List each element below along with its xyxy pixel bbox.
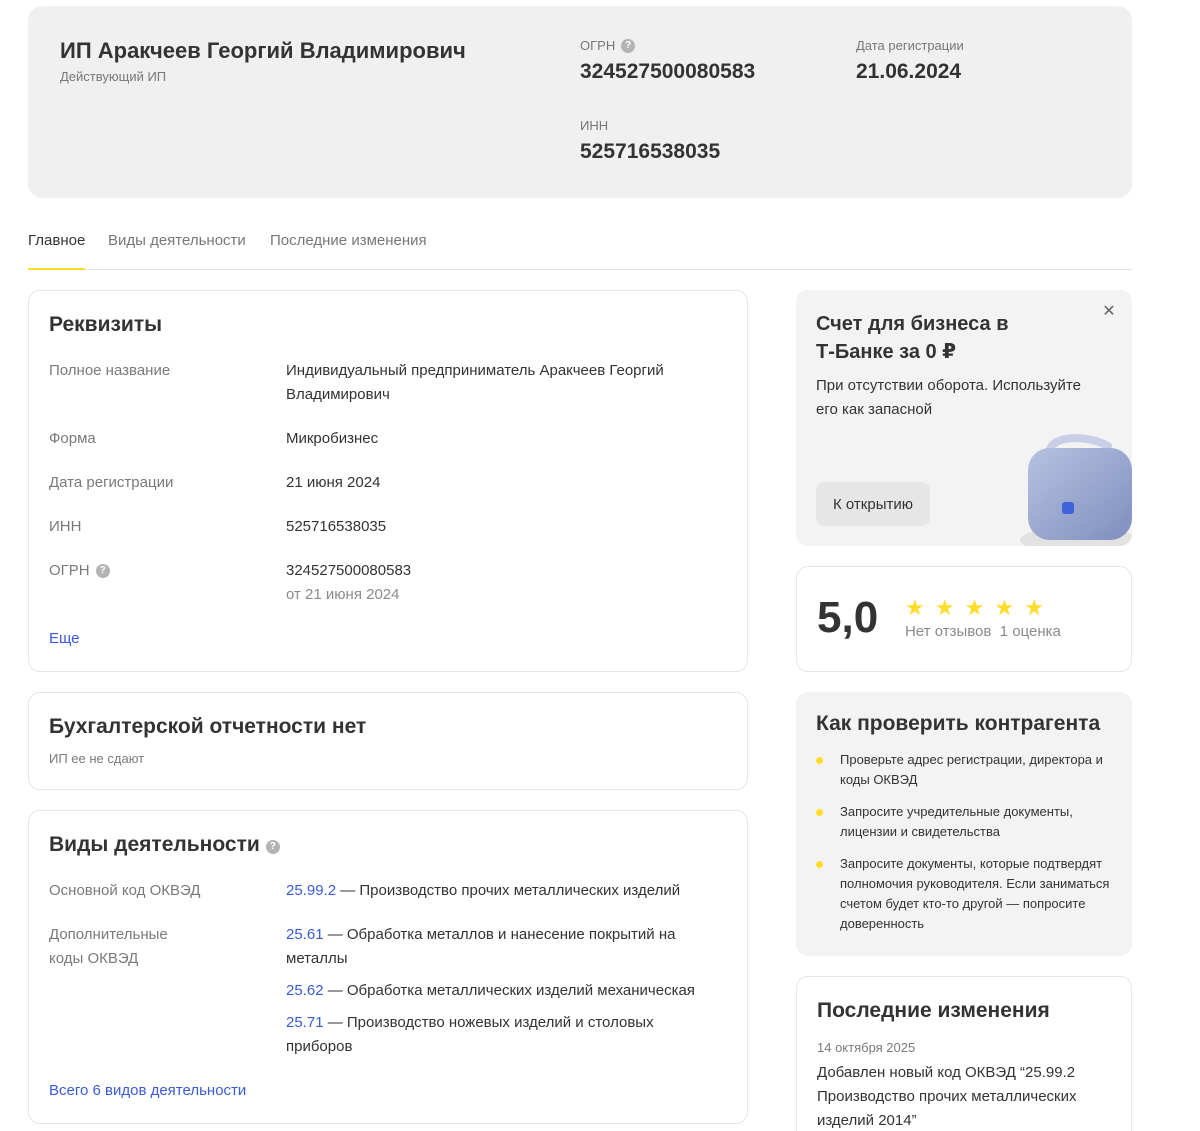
okved-code-link[interactable]: 25.99.2 (286, 882, 336, 899)
company-name: ИП Аракчеев Георгий Владимирович (60, 38, 466, 63)
ogrn-label: ОГРН (580, 38, 616, 53)
all-activities-link[interactable]: Всего 6 видов деятельности (49, 1079, 246, 1103)
tab-activities[interactable]: Виды деятельности (108, 232, 246, 269)
extra-okved-label: Дополнительные коды ОКВЭД (49, 926, 168, 967)
reg-date-value: 21.06.2024 (856, 60, 962, 83)
ogrn-value: 324527500080583 (580, 60, 756, 83)
row-label: Дата регистрации (49, 474, 174, 491)
promo-banner: Счет для бизнеса в Т‑Банке за 0 ₽ При от… (796, 290, 1132, 546)
promo-title: Счет для бизнеса в Т‑Банке за 0 ₽ (816, 313, 1009, 363)
okved-desc: — Производство прочих металлических изде… (336, 882, 681, 899)
main-okved-label: Основной код ОКВЭД (49, 882, 201, 899)
row-label: Полное название (49, 362, 171, 379)
activities-title: Виды деятельности (49, 833, 260, 856)
okved-code-link[interactable]: 25.71 (286, 1014, 324, 1031)
ogrn-row-label: ОГРН ? (49, 559, 110, 583)
requisites-card: Реквизиты Полное название Индивидуальный… (28, 290, 748, 672)
row-value: Микробизнес (286, 430, 379, 447)
rating-summary: Нет отзывов 1 оценка (905, 623, 1061, 640)
tab-bar: Главное Виды деятельности Последние изме… (28, 222, 1132, 270)
activities-heading: Виды деятельности ? (49, 833, 280, 857)
change-date: 14 октября 2025 (817, 1040, 916, 1055)
okved-item: 25.61 — Обработка металлов и нанесение п… (286, 923, 706, 971)
accounting-card: Бухгалтерской отчетности нет ИП ее не сд… (28, 692, 748, 790)
promo-description: При отсутствии оборота. Используйте его … (816, 377, 1081, 418)
check-list-item: Проверьте адрес регистрации, директора и… (816, 750, 1116, 790)
ogrn-label-group: ОГРН ? (580, 38, 636, 53)
row-value: 324527500080583 (286, 562, 412, 579)
recent-changes-card: Последние изменения 14 октября 2025 Доба… (796, 976, 1132, 1131)
reviews-count[interactable]: Нет отзывов (905, 623, 991, 640)
accounting-title: Бухгалтерской отчетности нет (49, 715, 367, 738)
rating-score: 5,0 (817, 593, 879, 642)
row-value: 525716538035 (286, 518, 387, 535)
inn-label: ИНН (580, 118, 609, 133)
change-text: Добавлен новый код ОКВЭД “25.99.2 Произв… (817, 1064, 1077, 1129)
close-icon[interactable]: ✕ (1100, 302, 1118, 320)
accounting-subtitle: ИП ее не сдают (49, 751, 145, 766)
help-icon[interactable]: ? (621, 38, 636, 53)
open-account-button[interactable]: К открытию (816, 482, 930, 526)
row-label: ИНН (49, 518, 82, 535)
company-status: Действующий ИП (60, 69, 167, 84)
row-value: 21 июня 2024 (286, 474, 381, 491)
okved-item: 25.71 — Производство ножевых изделий и с… (286, 1011, 686, 1059)
more-link[interactable]: Еще (49, 627, 80, 651)
row-sub-value: от 21 июня 2024 (286, 586, 400, 603)
rating-stars-icon: ★ ★ ★ ★ ★ (905, 595, 1047, 620)
tab-main[interactable]: Главное (28, 232, 86, 270)
inn-value: 525716538035 (580, 140, 721, 163)
okved-item: 25.62 — Обработка металлических изделий … (286, 979, 716, 1003)
check-list: Проверьте адрес регистрации, директора и… (816, 750, 1116, 946)
help-icon[interactable]: ? (95, 564, 110, 578)
ratings-count: 1 оценка (999, 623, 1061, 640)
check-title: Как проверить контрагента (816, 712, 1101, 735)
activities-card: Виды деятельности ? Основной код ОКВЭД 2… (28, 810, 748, 1124)
rating-card: 5,0 ★ ★ ★ ★ ★ Нет отзывов 1 оценка (796, 566, 1132, 672)
row-value: Индивидуальный предприниматель Аракчеев … (286, 362, 664, 403)
check-list-item: Запросите учредительные документы, лицен… (816, 802, 1116, 842)
reg-date-label: Дата регистрации (856, 38, 964, 53)
tab-changes[interactable]: Последние изменения (270, 232, 427, 269)
changes-title: Последние изменения (817, 999, 1050, 1022)
company-header: ИП Аракчеев Георгий Владимирович Действу… (28, 6, 1132, 198)
help-icon[interactable]: ? (265, 840, 280, 854)
okved-desc: — Обработка металлических изделий механи… (323, 982, 695, 999)
check-list-item: Запросите документы, которые подтвердят … (816, 854, 1116, 934)
bullet-dot-icon (816, 861, 823, 868)
okved-item: 25.99.2 — Производство прочих металличес… (286, 879, 716, 903)
row-label: Форма (49, 430, 96, 447)
bullet-dot-icon (816, 757, 823, 764)
briefcase-illustration-icon (1020, 434, 1132, 546)
okved-code-link[interactable]: 25.61 (286, 926, 324, 943)
bullet-dot-icon (816, 809, 823, 816)
okved-code-link[interactable]: 25.62 (286, 982, 324, 999)
check-counterparty-card: Как проверить контрагента Проверьте адре… (796, 692, 1132, 956)
okved-desc: — Обработка металлов и нанесение покрыти… (286, 926, 676, 967)
requisites-title: Реквизиты (49, 313, 163, 336)
okved-desc: — Производство ножевых изделий и столовы… (286, 1014, 654, 1055)
row-label: ОГРН (49, 562, 90, 579)
